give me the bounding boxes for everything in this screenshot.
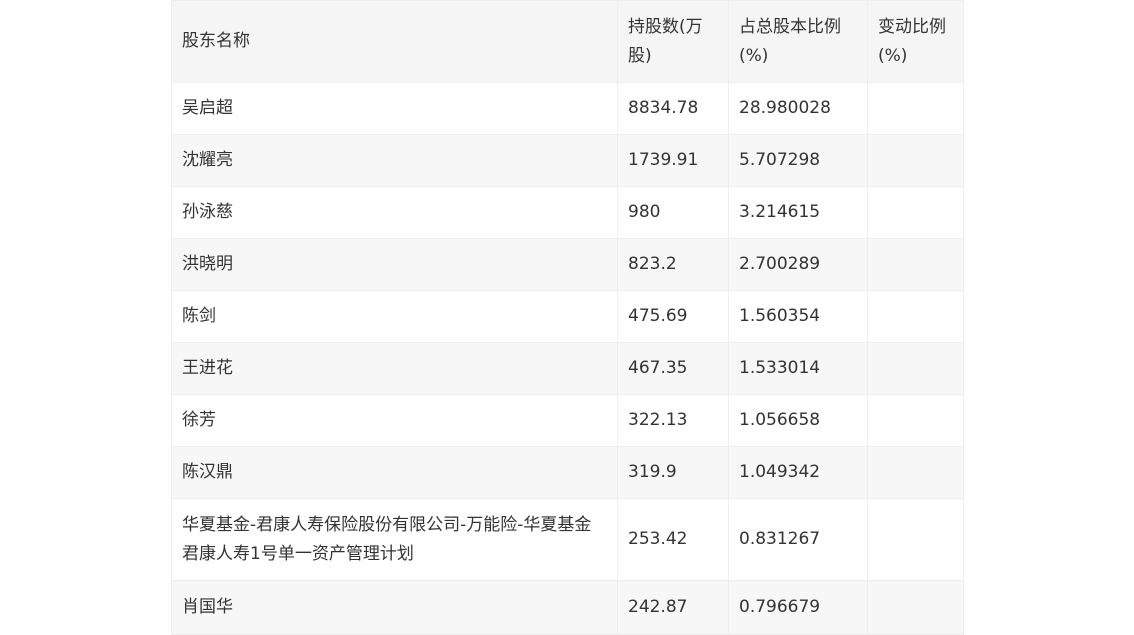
cell-name: 洪晓明 xyxy=(171,238,618,291)
cell-change xyxy=(867,498,964,581)
cell-shares: 467.35 xyxy=(617,342,729,395)
header-change: 变动比例(%) xyxy=(867,0,964,83)
cell-ratio: 1.560354 xyxy=(728,290,868,343)
table-row: 洪晓明 823.2 2.700289 xyxy=(171,238,964,291)
cell-name: 陈汉鼎 xyxy=(171,446,618,499)
cell-ratio: 0.796679 xyxy=(728,580,868,635)
cell-change xyxy=(867,134,964,187)
cell-change xyxy=(867,580,964,635)
cell-name: 王进花 xyxy=(171,342,618,395)
cell-ratio: 1.533014 xyxy=(728,342,868,395)
cell-ratio: 28.980028 xyxy=(728,82,868,135)
cell-name: 孙泳慈 xyxy=(171,186,618,239)
shareholder-table: 股东名称 持股数(万股) 占总股本比例(%) 变动比例(%) 吴启超 8834.… xyxy=(171,0,964,635)
cell-shares: 475.69 xyxy=(617,290,729,343)
cell-name: 华夏基金-君康人寿保险股份有限公司-万能险-华夏基金君康人寿1号单一资产管理计划 xyxy=(171,498,618,581)
table-row: 沈耀亮 1739.91 5.707298 xyxy=(171,134,964,187)
cell-name: 肖国华 xyxy=(171,580,618,635)
cell-shares: 322.13 xyxy=(617,394,729,447)
cell-change xyxy=(867,394,964,447)
header-ratio: 占总股本比例(%) xyxy=(728,0,868,83)
cell-shares: 8834.78 xyxy=(617,82,729,135)
header-shareholder-name: 股东名称 xyxy=(171,0,618,83)
cell-name: 吴启超 xyxy=(171,82,618,135)
table-row: 吴启超 8834.78 28.980028 xyxy=(171,82,964,135)
cell-ratio: 0.831267 xyxy=(728,498,868,581)
table-row: 王进花 467.35 1.533014 xyxy=(171,342,964,395)
cell-ratio: 1.049342 xyxy=(728,446,868,499)
cell-shares: 242.87 xyxy=(617,580,729,635)
cell-change xyxy=(867,290,964,343)
table-row: 陈剑 475.69 1.560354 xyxy=(171,290,964,343)
cell-change xyxy=(867,446,964,499)
table-row: 徐芳 322.13 1.056658 xyxy=(171,394,964,447)
cell-change xyxy=(867,342,964,395)
cell-change xyxy=(867,82,964,135)
table-row: 孙泳慈 980 3.214615 xyxy=(171,186,964,239)
cell-name: 徐芳 xyxy=(171,394,618,447)
cell-name: 沈耀亮 xyxy=(171,134,618,187)
cell-shares: 980 xyxy=(617,186,729,239)
cell-name: 陈剑 xyxy=(171,290,618,343)
cell-ratio: 2.700289 xyxy=(728,238,868,291)
header-shares: 持股数(万股) xyxy=(617,0,729,83)
shareholder-table-container: 股东名称 持股数(万股) 占总股本比例(%) 变动比例(%) 吴启超 8834.… xyxy=(171,0,964,635)
cell-shares: 253.42 xyxy=(617,498,729,581)
cell-change xyxy=(867,238,964,291)
cell-shares: 823.2 xyxy=(617,238,729,291)
table-row: 陈汉鼎 319.9 1.049342 xyxy=(171,446,964,499)
cell-ratio: 1.056658 xyxy=(728,394,868,447)
cell-ratio: 3.214615 xyxy=(728,186,868,239)
cell-shares: 1739.91 xyxy=(617,134,729,187)
table-header-row: 股东名称 持股数(万股) 占总股本比例(%) 变动比例(%) xyxy=(171,0,964,83)
cell-change xyxy=(867,186,964,239)
table-row: 华夏基金-君康人寿保险股份有限公司-万能险-华夏基金君康人寿1号单一资产管理计划… xyxy=(171,498,964,581)
table-row: 肖国华 242.87 0.796679 xyxy=(171,580,964,635)
cell-ratio: 5.707298 xyxy=(728,134,868,187)
cell-shares: 319.9 xyxy=(617,446,729,499)
